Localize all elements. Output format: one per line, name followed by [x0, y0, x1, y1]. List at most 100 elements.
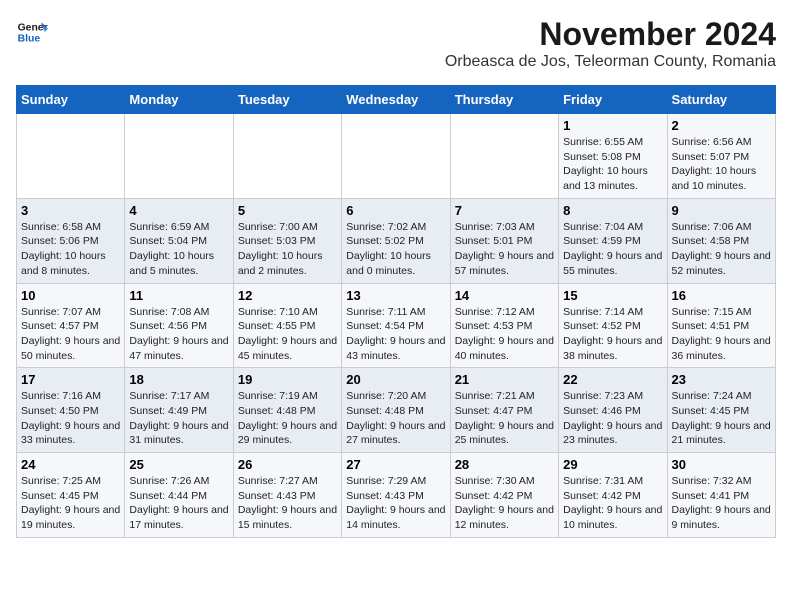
calendar-cell: 29 Sunrise: 7:31 AMSunset: 4:42 PMDayligh… — [559, 453, 667, 538]
day-number: 16 — [672, 288, 771, 303]
calendar-cell: 20 Sunrise: 7:20 AMSunset: 4:48 PMDayligh… — [342, 368, 450, 453]
day-number: 18 — [129, 372, 228, 387]
col-header-wednesday: Wednesday — [342, 86, 450, 114]
day-number: 14 — [455, 288, 554, 303]
day-info: Sunrise: 7:04 AMSunset: 4:59 PMDaylight:… — [563, 220, 662, 279]
day-info: Sunrise: 7:17 AMSunset: 4:49 PMDaylight:… — [129, 389, 228, 448]
day-info: Sunrise: 7:29 AMSunset: 4:43 PMDaylight:… — [346, 474, 445, 533]
day-info: Sunrise: 7:24 AMSunset: 4:45 PMDaylight:… — [672, 389, 771, 448]
day-info: Sunrise: 7:14 AMSunset: 4:52 PMDaylight:… — [563, 305, 662, 364]
day-number: 5 — [238, 203, 337, 218]
day-number: 11 — [129, 288, 228, 303]
day-number: 2 — [672, 118, 771, 133]
calendar-cell: 4 Sunrise: 6:59 AMSunset: 5:04 PMDaylight… — [125, 198, 233, 283]
day-number: 17 — [21, 372, 120, 387]
calendar-cell: 11 Sunrise: 7:08 AMSunset: 4:56 PMDayligh… — [125, 283, 233, 368]
day-number: 12 — [238, 288, 337, 303]
calendar-cell: 6 Sunrise: 7:02 AMSunset: 5:02 PMDaylight… — [342, 198, 450, 283]
day-number: 10 — [21, 288, 120, 303]
day-info: Sunrise: 7:12 AMSunset: 4:53 PMDaylight:… — [455, 305, 554, 364]
calendar-cell: 16Sunrise: 7:15 AMSunset: 4:51 PMDayligh… — [667, 283, 775, 368]
day-info: Sunrise: 6:56 AMSunset: 5:07 PMDaylight:… — [672, 135, 771, 194]
col-header-monday: Monday — [125, 86, 233, 114]
day-info: Sunrise: 7:25 AMSunset: 4:45 PMDaylight:… — [21, 474, 120, 533]
day-number: 15 — [563, 288, 662, 303]
day-number: 25 — [129, 457, 228, 472]
calendar-cell: 23 Sunrise: 7:24 AMSunset: 4:45 PMDayligh… — [667, 368, 775, 453]
calendar-cell: 17 Sunrise: 7:16 AMSunset: 4:50 PMDayligh… — [17, 368, 125, 453]
day-number: 23 — [672, 372, 771, 387]
day-info: Sunrise: 7:21 AMSunset: 4:47 PMDaylight:… — [455, 389, 554, 448]
calendar-table: SundayMondayTuesdayWednesdayThursdayFrid… — [16, 85, 776, 538]
svg-text:Blue: Blue — [18, 34, 41, 45]
day-number: 7 — [455, 203, 554, 218]
day-info: Sunrise: 7:19 AMSunset: 4:48 PMDaylight:… — [238, 389, 337, 448]
day-info: Sunrise: 6:59 AMSunset: 5:04 PMDaylight:… — [129, 220, 228, 279]
day-number: 27 — [346, 457, 445, 472]
day-number: 8 — [563, 203, 662, 218]
calendar-cell: 22 Sunrise: 7:23 AMSunset: 4:46 PMDayligh… — [559, 368, 667, 453]
col-header-tuesday: Tuesday — [233, 86, 341, 114]
day-number: 24 — [21, 457, 120, 472]
day-info: Sunrise: 7:16 AMSunset: 4:50 PMDaylight:… — [21, 389, 120, 448]
day-info: Sunrise: 7:03 AMSunset: 5:01 PMDaylight:… — [455, 220, 554, 279]
day-number: 19 — [238, 372, 337, 387]
day-number: 28 — [455, 457, 554, 472]
day-number: 26 — [238, 457, 337, 472]
calendar-cell: 26 Sunrise: 7:27 AMSunset: 4:43 PMDayligh… — [233, 453, 341, 538]
calendar-cell — [233, 114, 341, 199]
calendar-cell: 25 Sunrise: 7:26 AMSunset: 4:44 PMDayligh… — [125, 453, 233, 538]
day-number: 4 — [129, 203, 228, 218]
page-title: November 2024 — [445, 16, 776, 53]
day-info: Sunrise: 7:00 AMSunset: 5:03 PMDaylight:… — [238, 220, 337, 279]
calendar-cell: 19 Sunrise: 7:19 AMSunset: 4:48 PMDayligh… — [233, 368, 341, 453]
day-info: Sunrise: 7:08 AMSunset: 4:56 PMDaylight:… — [129, 305, 228, 364]
calendar-cell: 21 Sunrise: 7:21 AMSunset: 4:47 PMDayligh… — [450, 368, 558, 453]
calendar-cell — [17, 114, 125, 199]
calendar-cell: 28 Sunrise: 7:30 AMSunset: 4:42 PMDayligh… — [450, 453, 558, 538]
col-header-saturday: Saturday — [667, 86, 775, 114]
day-number: 1 — [563, 118, 662, 133]
day-number: 21 — [455, 372, 554, 387]
day-info: Sunrise: 7:23 AMSunset: 4:46 PMDaylight:… — [563, 389, 662, 448]
day-info: Sunrise: 7:10 AMSunset: 4:55 PMDaylight:… — [238, 305, 337, 364]
day-info: Sunrise: 7:02 AMSunset: 5:02 PMDaylight:… — [346, 220, 445, 279]
calendar-cell: 12 Sunrise: 7:10 AMSunset: 4:55 PMDayligh… — [233, 283, 341, 368]
calendar-cell: 15 Sunrise: 7:14 AMSunset: 4:52 PMDayligh… — [559, 283, 667, 368]
day-number: 9 — [672, 203, 771, 218]
calendar-cell — [450, 114, 558, 199]
day-number: 13 — [346, 288, 445, 303]
day-info: Sunrise: 7:27 AMSunset: 4:43 PMDaylight:… — [238, 474, 337, 533]
day-number: 3 — [21, 203, 120, 218]
calendar-cell: 13 Sunrise: 7:11 AMSunset: 4:54 PMDayligh… — [342, 283, 450, 368]
col-header-friday: Friday — [559, 86, 667, 114]
calendar-cell: 9 Sunrise: 7:06 AMSunset: 4:58 PMDaylight… — [667, 198, 775, 283]
day-info: Sunrise: 7:30 AMSunset: 4:42 PMDaylight:… — [455, 474, 554, 533]
day-info: Sunrise: 7:26 AMSunset: 4:44 PMDaylight:… — [129, 474, 228, 533]
calendar-cell: 14 Sunrise: 7:12 AMSunset: 4:53 PMDayligh… — [450, 283, 558, 368]
logo: General Blue — [16, 16, 52, 48]
day-info: Sunrise: 7:20 AMSunset: 4:48 PMDaylight:… — [346, 389, 445, 448]
day-info: Sunrise: 7:31 AMSunset: 4:42 PMDaylight:… — [563, 474, 662, 533]
calendar-cell: 5 Sunrise: 7:00 AMSunset: 5:03 PMDaylight… — [233, 198, 341, 283]
day-info: Sunrise: 7:32 AMSunset: 4:41 PMDaylight:… — [672, 474, 771, 533]
day-number: 20 — [346, 372, 445, 387]
col-header-thursday: Thursday — [450, 86, 558, 114]
calendar-cell: 3 Sunrise: 6:58 AMSunset: 5:06 PMDaylight… — [17, 198, 125, 283]
day-number: 6 — [346, 203, 445, 218]
day-number: 22 — [563, 372, 662, 387]
day-info: Sunrise: 6:58 AMSunset: 5:06 PMDaylight:… — [21, 220, 120, 279]
calendar-cell: 8 Sunrise: 7:04 AMSunset: 4:59 PMDaylight… — [559, 198, 667, 283]
calendar-cell: 7 Sunrise: 7:03 AMSunset: 5:01 PMDaylight… — [450, 198, 558, 283]
day-info: Sunrise: 7:06 AMSunset: 4:58 PMDaylight:… — [672, 220, 771, 279]
day-info: Sunrise: 6:55 AMSunset: 5:08 PMDaylight:… — [563, 135, 662, 194]
calendar-cell: 30Sunrise: 7:32 AMSunset: 4:41 PMDayligh… — [667, 453, 775, 538]
calendar-cell — [125, 114, 233, 199]
page-subtitle: Orbeasca de Jos, Teleorman County, Roman… — [445, 53, 776, 71]
calendar-cell: 18 Sunrise: 7:17 AMSunset: 4:49 PMDayligh… — [125, 368, 233, 453]
day-info: Sunrise: 7:11 AMSunset: 4:54 PMDaylight:… — [346, 305, 445, 364]
calendar-cell: 27 Sunrise: 7:29 AMSunset: 4:43 PMDayligh… — [342, 453, 450, 538]
day-number: 29 — [563, 457, 662, 472]
col-header-sunday: Sunday — [17, 86, 125, 114]
day-info: Sunrise: 7:07 AMSunset: 4:57 PMDaylight:… — [21, 305, 120, 364]
